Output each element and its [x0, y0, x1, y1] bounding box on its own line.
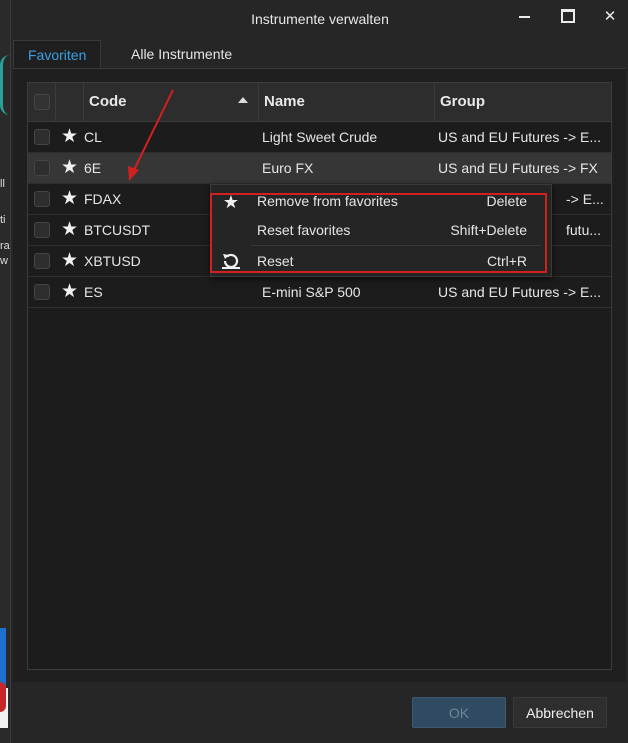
minimize-icon: [518, 16, 530, 18]
background-block: [0, 682, 6, 712]
background-text: ra: [0, 240, 10, 252]
menu-item-shortcut: Ctrl+R: [486, 253, 527, 269]
row-group: US and EU Futures -> E...: [438, 284, 602, 300]
reset-icon: [219, 251, 243, 273]
maximize-icon: [561, 9, 575, 23]
star-remove-icon: ★: [222, 192, 240, 212]
reset-icon-svg: [222, 253, 240, 269]
favorite-star-icon[interactable]: ★: [61, 250, 78, 272]
row-group: US and EU Futures -> FX: [438, 160, 598, 176]
context-menu: ★ Remove from favorites Delete Reset fav…: [210, 184, 552, 277]
table-row[interactable]: ★ ES E-mini S&P 500 US and EU Futures ->…: [28, 277, 611, 308]
background-logo: [0, 55, 10, 115]
table-row[interactable]: ★ 6E Euro FX US and EU Futures -> FX: [28, 153, 611, 184]
header-code[interactable]: Code: [84, 83, 259, 121]
row-code: 6E: [84, 160, 102, 176]
menu-item-shortcut: Shift+Delete: [450, 222, 527, 238]
maximize-button[interactable]: [556, 6, 580, 26]
header-name[interactable]: Name: [259, 83, 435, 121]
row-checkbox[interactable]: [34, 253, 50, 269]
table-header: Code Name Group: [28, 83, 611, 122]
favorite-star-icon[interactable]: ★: [61, 126, 78, 148]
row-checkbox[interactable]: [34, 160, 50, 176]
close-icon: ✕: [603, 8, 617, 25]
menu-item-label: Reset favorites: [257, 222, 351, 238]
close-button[interactable]: ✕: [598, 6, 622, 26]
row-name: E-mini S&P 500: [262, 284, 361, 300]
row-checkbox[interactable]: [34, 191, 50, 207]
menu-item-shortcut: Delete: [486, 193, 527, 209]
tab-panel: Code Name Group ★ CL Light Sweet Crude U…: [13, 68, 626, 682]
background-text: ti: [0, 214, 6, 226]
row-group: futu...: [566, 222, 602, 238]
dialog-window: Instrumente verwalten ✕ Favoriten Alle I…: [10, 0, 628, 743]
ok-button[interactable]: OK: [412, 697, 506, 728]
instruments-table: Code Name Group ★ CL Light Sweet Crude U…: [27, 82, 612, 670]
favorite-star-icon[interactable]: ★: [61, 219, 78, 241]
menu-item-reset[interactable]: Reset Ctrl+R: [211, 247, 551, 276]
favorite-star-icon[interactable]: ★: [61, 157, 78, 179]
background-text: ll: [0, 178, 5, 190]
menu-separator: [251, 245, 541, 246]
tab-favoriten[interactable]: Favoriten: [13, 40, 102, 69]
menu-item-label: Remove from favorites: [257, 193, 398, 209]
favorite-star-icon[interactable]: ★: [61, 188, 78, 210]
row-checkbox[interactable]: [34, 129, 50, 145]
header-group[interactable]: Group: [435, 83, 611, 121]
menu-item-remove-favorite[interactable]: ★ Remove from favorites Delete: [211, 187, 551, 216]
table-row[interactable]: ★ CL Light Sweet Crude US and EU Futures…: [28, 122, 611, 153]
cancel-button[interactable]: Abbrechen: [513, 697, 607, 728]
sort-ascending-icon: [238, 97, 248, 103]
header-code-label: Code: [89, 93, 127, 110]
row-name: Light Sweet Crude: [262, 129, 378, 145]
row-name: Euro FX: [262, 160, 314, 176]
row-code: ES: [84, 284, 103, 300]
row-checkbox[interactable]: [34, 222, 50, 238]
header-favorite[interactable]: [56, 83, 84, 121]
background-app-strip: ll ti ra w: [0, 0, 10, 743]
menu-item-label: Reset: [257, 253, 294, 269]
minimize-button[interactable]: [512, 6, 536, 26]
select-all-checkbox[interactable]: [34, 94, 50, 110]
tab-alle-instrumente[interactable]: Alle Instrumente: [117, 40, 246, 68]
header-select-all[interactable]: [28, 83, 56, 121]
row-group: US and EU Futures -> E...: [438, 129, 602, 145]
menu-item-reset-favorites[interactable]: Reset favorites Shift+Delete: [211, 216, 551, 245]
background-block: [0, 628, 6, 688]
row-checkbox[interactable]: [34, 284, 50, 300]
title-bar[interactable]: Instrumente verwalten ✕: [11, 0, 628, 36]
row-group: -> E...: [566, 191, 604, 207]
favorite-star-icon[interactable]: ★: [61, 281, 78, 303]
background-text: w: [0, 255, 8, 267]
row-code: CL: [84, 129, 102, 145]
